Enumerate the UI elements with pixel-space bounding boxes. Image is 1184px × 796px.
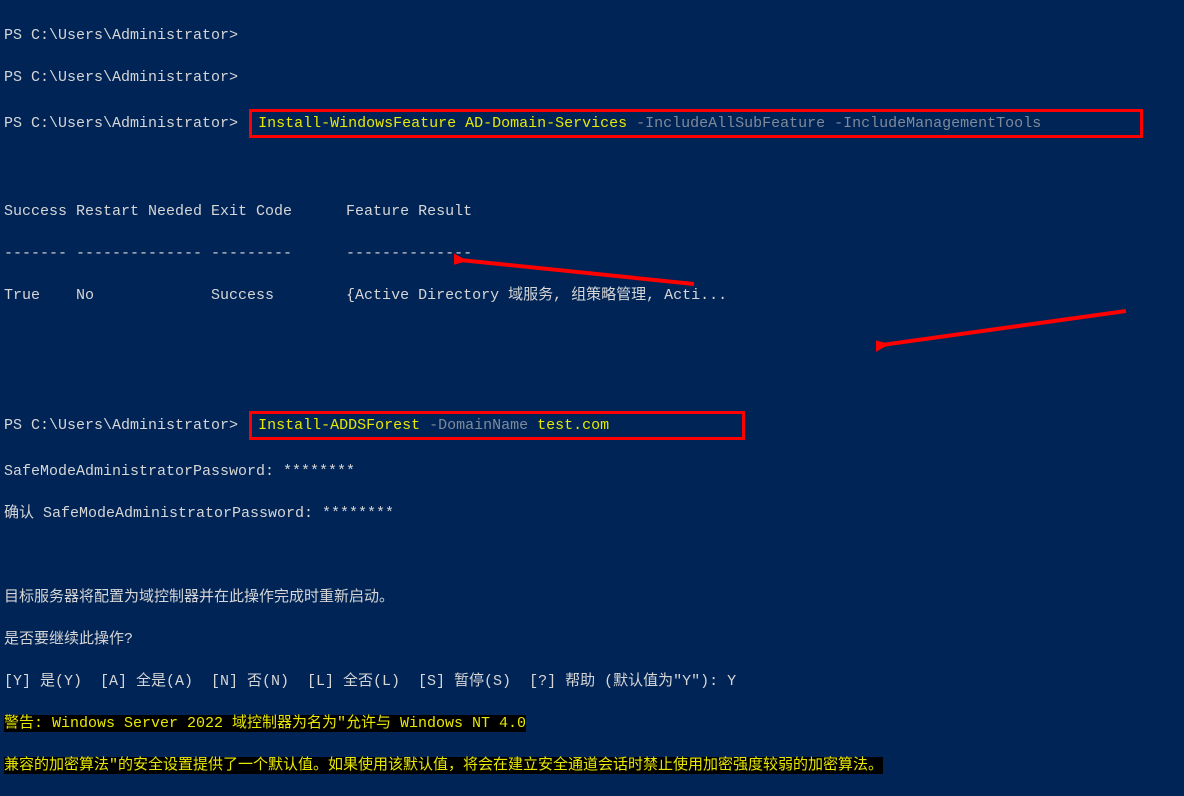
prompt-line: [Y] 是(Y) [A] 全是(A) [N] 否(N) [L] 全否(L) [S… — [4, 671, 1180, 692]
blank-line — [4, 369, 1180, 390]
output-line: PS C:\Users\Administrator> — [4, 67, 1180, 88]
table-row: True No Success {Active Directory 域服务, 组… — [4, 285, 1180, 306]
ps-prompt: PS C:\Users\Administrator> — [4, 115, 238, 132]
output-line: 确认 SafeModeAdministratorPassword: ******… — [4, 503, 1180, 524]
output-line: PS C:\Users\Administrator> — [4, 25, 1180, 46]
cmd-text: Install-WindowsFeature AD-Domain-Service… — [258, 115, 636, 132]
ps-prompt: PS C:\Users\Administrator> — [4, 27, 238, 44]
output-line: PS C:\Users\Administrator> Install-Windo… — [4, 109, 1180, 138]
warning-line: 兼容的加密算法"的安全设置提供了一个默认值。如果使用该默认值，将会在建立安全通道… — [4, 755, 1180, 776]
warning-line: 警告: Windows Server 2022 域控制器为名为"允许与 Wind… — [4, 713, 1180, 734]
warning-text: 兼容的加密算法"的安全设置提供了一个默认值。如果使用该默认值，将会在建立安全通道… — [4, 757, 883, 774]
highlight-box-cmd1: Install-WindowsFeature AD-Domain-Service… — [249, 109, 1143, 138]
output-line: SafeModeAdministratorPassword: ******** — [4, 461, 1180, 482]
blank-line — [4, 545, 1180, 566]
highlight-box-cmd2: Install-ADDSForest -DomainName test.com — [249, 411, 745, 440]
cmd-param: -IncludeAllSubFeature -IncludeManagement… — [636, 115, 1041, 132]
powershell-terminal[interactable]: PS C:\Users\Administrator> PS C:\Users\A… — [0, 0, 1184, 796]
cmd-text: Install-ADDSForest — [258, 417, 429, 434]
arrow-annotation-2 — [876, 263, 1136, 376]
ps-prompt: PS C:\Users\Administrator> — [4, 69, 238, 86]
output-line: 是否要继续此操作? — [4, 629, 1180, 650]
table-separator: ------- -------------- --------- -------… — [4, 243, 1180, 264]
warning-text: 警告: Windows Server 2022 域控制器为名为"允许与 Wind… — [4, 715, 526, 732]
cmd-param: -DomainName — [429, 417, 537, 434]
ps-prompt: PS C:\Users\Administrator> — [4, 417, 238, 434]
table-header: Success Restart Needed Exit Code Feature… — [4, 201, 1180, 222]
blank-line — [4, 327, 1180, 348]
output-line: PS C:\Users\Administrator> Install-ADDSF… — [4, 411, 1180, 440]
blank-line — [4, 159, 1180, 180]
output-line: 目标服务器将配置为域控制器并在此操作完成时重新启动。 — [4, 587, 1180, 608]
cmd-arg: test.com — [537, 417, 609, 434]
